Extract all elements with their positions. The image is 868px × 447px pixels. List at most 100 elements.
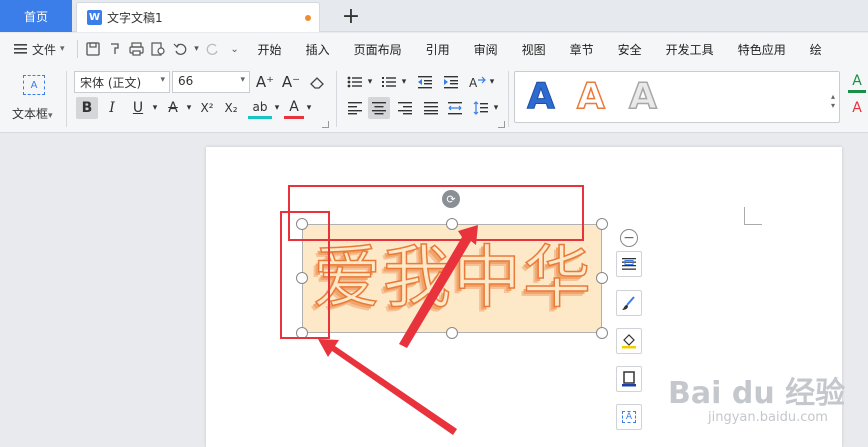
file-menu-caret: ▾: [60, 44, 65, 54]
fill-color-button[interactable]: [616, 328, 642, 354]
svg-text:A: A: [469, 76, 478, 89]
grow-font-button[interactable]: A⁺: [254, 71, 276, 93]
eraser-icon: [310, 77, 324, 89]
strikethrough-dropdown-icon[interactable]: ▾: [184, 97, 194, 119]
align-center-icon: [372, 102, 386, 115]
chevron-down-icon: ▾: [240, 75, 245, 85]
align-right-button[interactable]: [394, 97, 416, 119]
clear-format-button[interactable]: [306, 71, 328, 93]
outline-button[interactable]: [616, 366, 642, 392]
resize-handle-bottom[interactable]: [446, 327, 458, 339]
format-painter-icon[interactable]: [104, 38, 126, 60]
tab-home[interactable]: 首页: [0, 0, 72, 32]
wordart-styles-gallery[interactable]: A A A ▴ ▾: [514, 71, 840, 123]
menu-item-developer[interactable]: 开发工具: [654, 33, 726, 65]
justify-button[interactable]: [420, 97, 442, 119]
numbering-button[interactable]: [378, 71, 400, 93]
menu-item-security[interactable]: 安全: [606, 33, 654, 65]
new-tab-button[interactable]: +: [338, 2, 364, 30]
ribbon-separator: [66, 71, 67, 127]
text-fill-button[interactable]: A: [848, 71, 866, 93]
text-direction-icon: A: [469, 76, 486, 89]
menu-item-view[interactable]: 视图: [510, 33, 558, 65]
resize-handle-top-right[interactable]: [596, 218, 608, 230]
page-margin-marker: [744, 207, 762, 225]
align-center-button[interactable]: [368, 97, 390, 119]
print-icon[interactable]: [126, 38, 148, 60]
subscript-button[interactable]: X₂: [220, 97, 242, 119]
highlight-box-top: [288, 185, 584, 241]
ribbon: A 文本框▾ 宋体 (正文) ▾ 66 ▾ A⁺ A⁻ B I U ▾ A ▾ …: [0, 65, 868, 133]
menu-item-draw[interactable]: 绘: [798, 33, 822, 65]
bullets-button[interactable]: [344, 71, 366, 93]
text-direction-button[interactable]: A: [466, 71, 488, 93]
italic-button[interactable]: I: [102, 97, 122, 119]
customize-dropdown-icon[interactable]: ⌄: [224, 38, 246, 60]
bullet-list-icon: [347, 76, 362, 88]
menu-item-page-layout[interactable]: 页面布局: [342, 33, 414, 65]
file-menu[interactable]: 文件 ▾: [0, 41, 73, 58]
align-left-button[interactable]: [344, 97, 366, 119]
textbox-button[interactable]: A 文本框▾: [8, 71, 62, 127]
increase-indent-button[interactable]: [440, 71, 462, 93]
menu-item-section[interactable]: 章节: [558, 33, 606, 65]
menu-bar: 文件 ▾ ▾ ⌄ 开始 插入 页面布局 引用 审阅 视图 章节 安全 开发工具 …: [0, 33, 868, 65]
line-spacing-dropdown-icon[interactable]: ▾: [492, 97, 500, 119]
underline-dropdown-icon[interactable]: ▾: [150, 97, 160, 119]
text-direction-dropdown-icon[interactable]: ▾: [488, 71, 496, 93]
undo-icon[interactable]: [170, 38, 192, 60]
text-box-small-icon: A: [621, 411, 637, 423]
menu-item-features[interactable]: 特色应用: [726, 33, 798, 65]
text-box-options-button[interactable]: A: [616, 404, 642, 430]
font-dialog-launcher[interactable]: [322, 121, 329, 128]
paint-bucket-icon: [622, 334, 636, 349]
bold-button[interactable]: B: [76, 97, 98, 119]
chevron-down-icon: ▾: [160, 75, 165, 85]
distribute-button[interactable]: [444, 97, 466, 119]
baidu-watermark: Bai du 经验 jingyan.baidu.com: [668, 360, 858, 430]
font-color-button[interactable]: A: [284, 97, 304, 119]
numbered-list-icon: [382, 77, 396, 87]
shape-style-button[interactable]: [616, 290, 642, 316]
menu-item-references[interactable]: 引用: [414, 33, 462, 65]
font-name-select[interactable]: 宋体 (正文) ▾: [74, 71, 170, 93]
font-color-dropdown-icon[interactable]: ▾: [304, 97, 314, 119]
bullets-dropdown-icon[interactable]: ▾: [366, 71, 374, 93]
redo-icon[interactable]: [202, 38, 224, 60]
text-outline-button[interactable]: A: [848, 97, 866, 119]
wordart-style-blue[interactable]: A: [527, 76, 556, 118]
strikethrough-button[interactable]: A: [162, 97, 184, 119]
underline-button[interactable]: U: [126, 97, 150, 119]
resize-handle-bottom-right[interactable]: [596, 327, 608, 339]
font-size-select[interactable]: 66 ▾: [172, 71, 250, 93]
watermark-logo-text: Bai du 经验: [668, 376, 846, 411]
justify-icon: [424, 102, 438, 115]
collapse-toolbar-icon[interactable]: −: [620, 229, 638, 247]
brush-icon: [622, 296, 635, 310]
superscript-button[interactable]: X²: [196, 97, 218, 119]
menu-separator: [76, 40, 78, 58]
numbering-dropdown-icon[interactable]: ▾: [400, 71, 408, 93]
menu-item-insert[interactable]: 插入: [294, 33, 342, 65]
decrease-indent-button[interactable]: [414, 71, 436, 93]
wordart-style-orange-outline[interactable]: A: [576, 75, 605, 118]
paragraph-dialog-launcher[interactable]: [498, 121, 505, 128]
gallery-expand-icon[interactable]: ▴ ▾: [831, 92, 835, 110]
layout-options-button[interactable]: [616, 251, 642, 277]
resize-handle-right[interactable]: [596, 272, 608, 284]
tab-document[interactable]: W 文字文稿1: [76, 2, 320, 32]
undo-dropdown-icon[interactable]: ▾: [192, 38, 202, 60]
print-preview-icon[interactable]: [148, 38, 170, 60]
align-left-icon: [348, 102, 362, 115]
align-right-icon: [398, 102, 412, 115]
shrink-font-button[interactable]: A⁻: [280, 71, 302, 93]
menu-item-start[interactable]: 开始: [246, 33, 294, 65]
highlight-dropdown-icon[interactable]: ▾: [272, 97, 282, 119]
wordart-text[interactable]: 爱我中华: [311, 233, 595, 325]
wordart-style-gray[interactable]: A: [628, 75, 657, 118]
highlight-button[interactable]: ab: [248, 97, 272, 119]
save-icon[interactable]: [82, 38, 104, 60]
line-spacing-button[interactable]: [470, 97, 492, 119]
tab-document-title: 文字文稿1: [107, 11, 163, 25]
menu-item-review[interactable]: 审阅: [462, 33, 510, 65]
